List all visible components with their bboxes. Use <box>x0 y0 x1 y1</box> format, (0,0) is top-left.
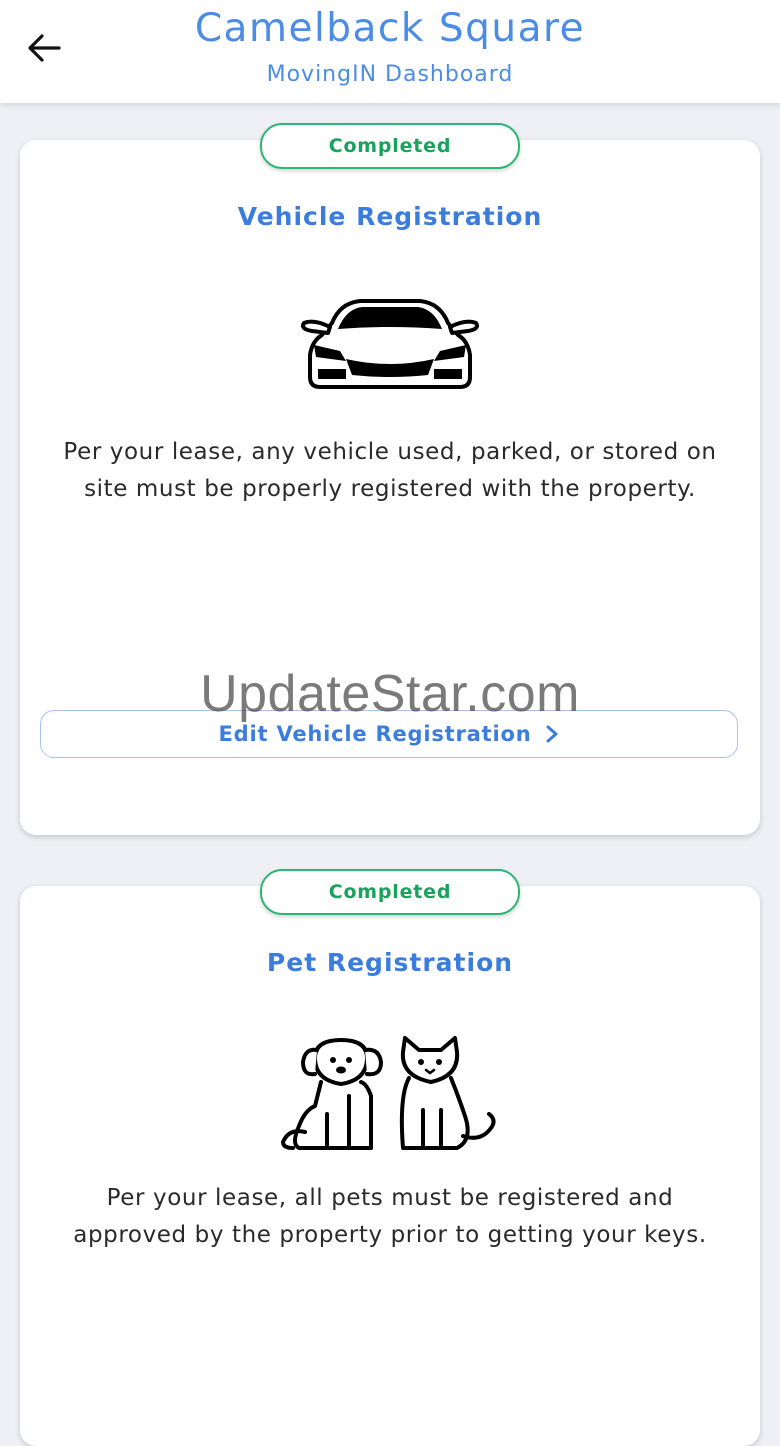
app-header: Camelback Square MovingIN Dashboard <box>0 0 780 103</box>
card-description: Per your lease, all pets must be registe… <box>73 1185 707 1248</box>
car-icon <box>301 299 479 389</box>
pet-registration-card: Completed Pet Registration Per your leas… <box>20 869 760 1446</box>
dog-and-cat-icon <box>281 1036 496 1150</box>
card-title: Vehicle Registration <box>237 202 543 231</box>
button-label: Edit Vehicle Registration <box>218 722 532 746</box>
page-subtitle: MovingIN Dashboard <box>266 62 514 87</box>
chevron-right-icon <box>545 725 559 743</box>
card-title: Pet Registration <box>266 948 514 977</box>
vehicle-registration-card: Completed Vehicle Registration Per your … <box>20 123 760 835</box>
edit-vehicle-registration-button[interactable]: Edit Vehicle Registration <box>40 710 738 758</box>
card-description: Per your lease, any vehicle used, parked… <box>63 439 717 502</box>
page-title: Camelback Square <box>194 6 586 51</box>
status-badge: Completed <box>260 869 520 915</box>
status-badge: Completed <box>260 123 520 169</box>
